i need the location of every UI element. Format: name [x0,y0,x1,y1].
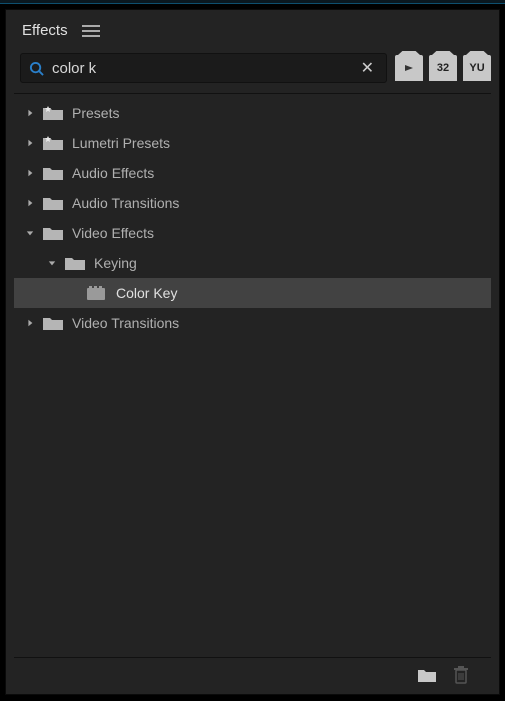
new-bin-button[interactable] [417,666,437,684]
tree-item-label: Lumetri Presets [72,135,170,151]
tree-item-presets[interactable]: Presets [14,98,491,128]
filter-buttons: 32 YU [395,55,491,81]
clear-search-button[interactable]: ✕ [357,58,378,78]
folder-icon [42,195,64,211]
tree-item-label: Keying [94,255,137,271]
fx-filter-button[interactable] [395,55,423,81]
tree-item-label: Color Key [116,285,177,301]
chevron-right-icon[interactable] [24,317,36,329]
tree-item-lumetri-presets[interactable]: Lumetri Presets [14,128,491,158]
tree-item-color-key[interactable]: Color Key [14,278,491,308]
search-box: ✕ [20,53,387,83]
yuv-filter-button[interactable]: YU [463,55,491,81]
chevron-down-icon[interactable] [24,227,36,239]
chevron-right-icon[interactable] [24,197,36,209]
tree-item-label: Video Effects [72,225,154,241]
effects-tree: Presets Lumetri Presets Audio Effects Audio… [14,93,491,658]
effects-panel: Effects ✕ 32 YU Presets Lumetri Presets Au… [5,9,500,695]
tree-item-label: Audio Effects [72,165,154,181]
chevron-right-icon[interactable] [24,167,36,179]
folder-icon [42,225,64,241]
accelerated-filter-button[interactable]: 32 [429,55,457,81]
search-input[interactable] [44,60,357,77]
effect-icon [86,285,108,301]
search-icon [29,61,44,76]
bottom-toolbar [6,658,499,694]
tree-item-label: Video Transitions [72,315,179,331]
tree-item-video-transitions[interactable]: Video Transitions [14,308,491,338]
panel-title: Effects [22,22,68,39]
tree-item-label: Presets [72,105,119,121]
chevron-down-icon[interactable] [46,257,58,269]
chevron-right-icon[interactable] [24,137,36,149]
preset-folder-icon [42,105,64,121]
delete-button[interactable] [451,666,471,684]
chevron-right-icon[interactable] [24,107,36,119]
folder-icon [42,315,64,331]
tree-item-keying[interactable]: Keying [14,248,491,278]
top-accent [0,0,505,4]
search-row: ✕ 32 YU [6,47,499,89]
tree-item-label: Audio Transitions [72,195,179,211]
tree-item-video-effects[interactable]: Video Effects [14,218,491,248]
folder-icon [42,165,64,181]
tree-item-audio-effects[interactable]: Audio Effects [14,158,491,188]
tree-item-audio-transitions[interactable]: Audio Transitions [14,188,491,218]
panel-menu-icon[interactable] [82,25,100,37]
panel-header: Effects [6,10,499,47]
preset-folder-icon [42,135,64,151]
folder-icon [64,255,86,271]
